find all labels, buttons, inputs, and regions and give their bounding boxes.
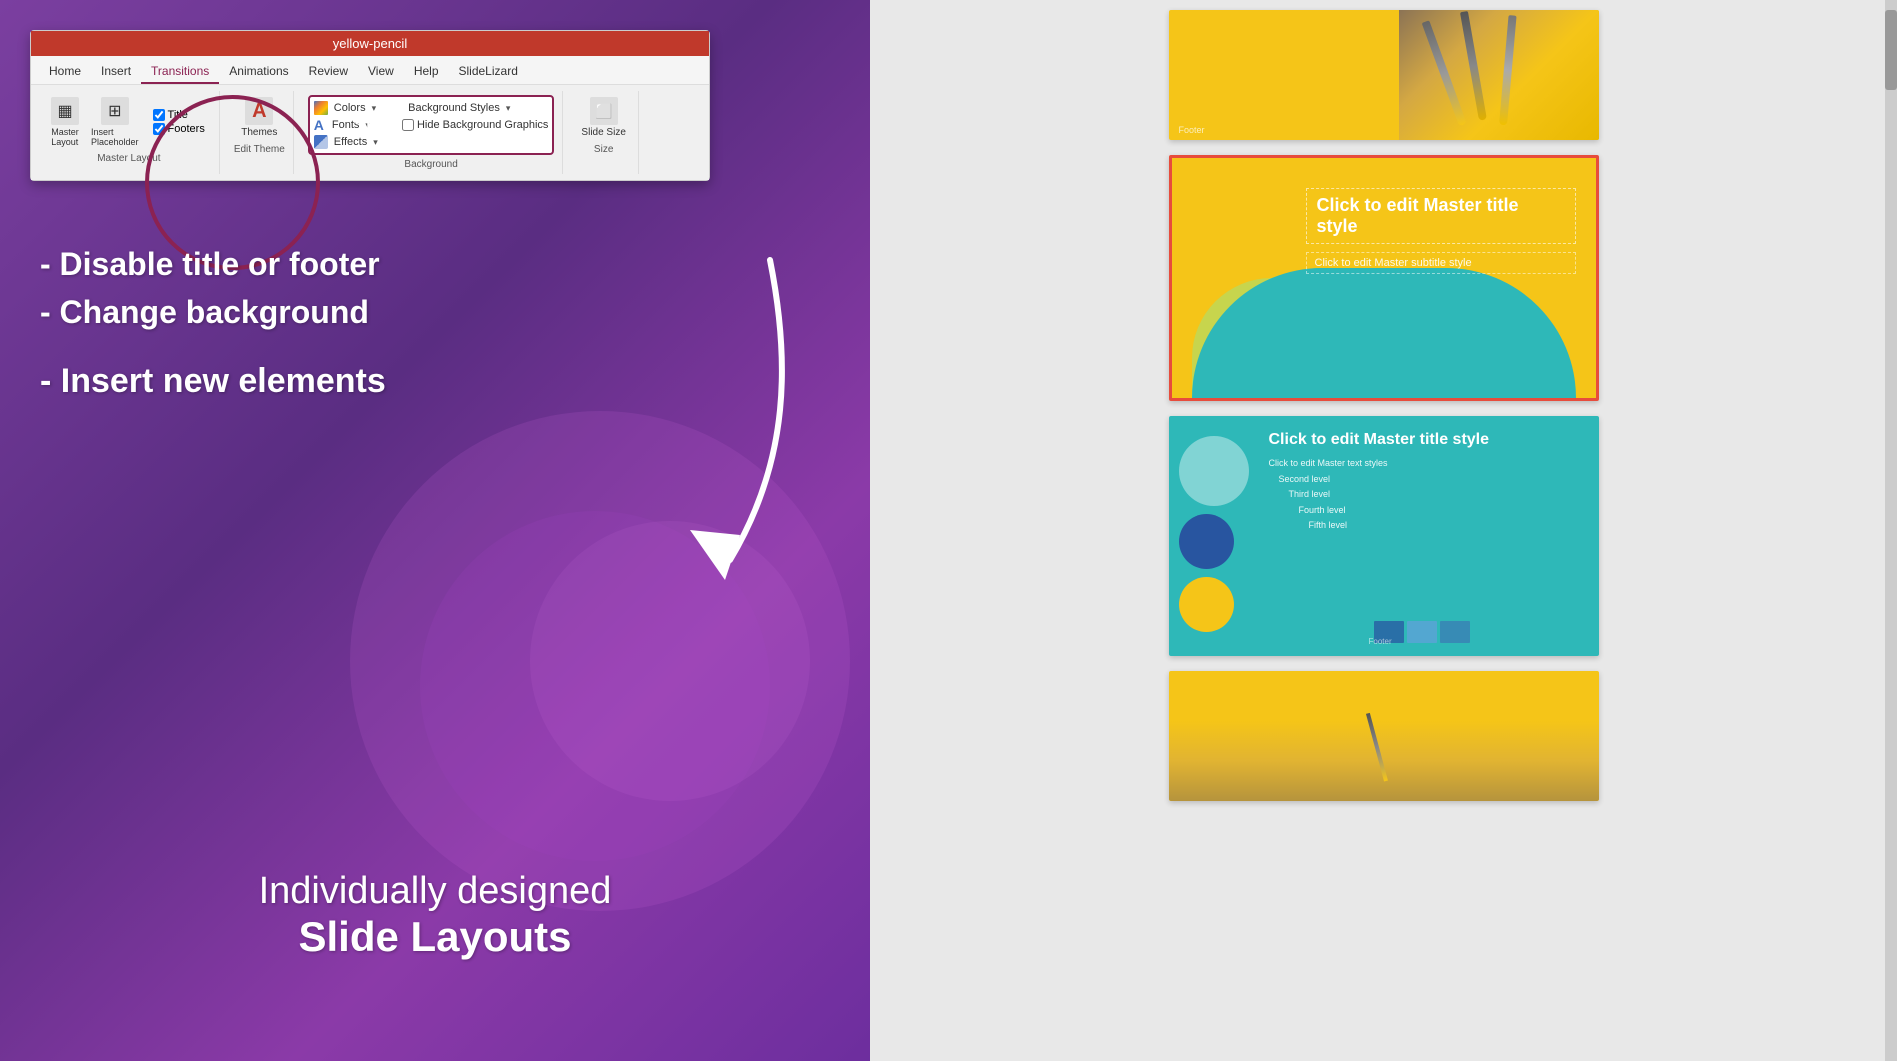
slide-4-photo [1169,721,1599,801]
scrollbar-thumb[interactable] [1885,10,1897,90]
hide-bg-label: Hide Background Graphics [417,119,548,131]
text-item-1: Click to edit Master text styles [1269,457,1579,471]
ribbon-group-size: ⬜ Slide Size Size [569,91,638,174]
slide-3-footer-text: Footer [1369,637,1392,646]
master-layout-btn[interactable]: ▦ MasterLayout [47,95,83,149]
effects-row: Effects ▾ [314,135,549,149]
bg-styles-dropdown-icon[interactable]: ▾ [506,103,511,114]
text-item-2: Second level [1269,473,1579,487]
slide-size-btn[interactable]: ⬜ Slide Size [577,95,629,140]
bullet-2: - Change background [40,288,386,336]
tab-home[interactable]: Home [39,60,91,84]
arrow-graphic [610,240,810,590]
size-content: ⬜ Slide Size [577,95,629,140]
mini-chart-2 [1407,621,1437,643]
slide-3-left [1179,436,1249,632]
tab-view[interactable]: View [358,60,404,84]
insert-placeholder-btn[interactable]: ⊞ InsertPlaceholder [87,95,143,149]
master-layout-icon: ▦ [51,97,79,125]
right-panel: Footer Click to edit Master title style … [870,0,1897,1061]
slide-thumb-1[interactable]: Footer [1169,10,1599,140]
slide-thumb-4[interactable] [1169,671,1599,801]
ribbon-titlebar: yellow-pencil [31,31,709,56]
colors-dropdown-icon[interactable]: ▾ [372,103,377,114]
tab-transitions[interactable]: Transitions [141,60,219,84]
slide-4-content [1169,671,1599,801]
text-item-5: Fifth level [1269,519,1579,533]
tab-help[interactable]: Help [404,60,449,84]
colors-label[interactable]: Colors [334,102,366,114]
fonts-row: A Fonts ▾ Hide Background Graphics [314,117,549,133]
bg-styles-label[interactable]: Background Styles [408,102,500,114]
ribbon-group-background: Colors ▾ Background Styles ▾ A Fonts ▾ [300,91,564,174]
slide-2-title: Click to edit Master title style [1306,188,1576,244]
bottom-text-line2: Slide Layouts [0,913,870,961]
text-content-area: - Disable title or footer - Change backg… [40,240,386,407]
bullet-1: - Disable title or footer [40,240,386,288]
teal-circle-yellow [1179,577,1234,632]
insert-placeholder-label: InsertPlaceholder [91,127,139,147]
mini-chart-3 [1440,621,1470,643]
text-item-3: Third level [1269,488,1579,502]
bottom-text-area: Individually designed Slide Layouts [0,870,870,961]
colors-swatch [314,101,328,115]
tab-slidelizard[interactable]: SlideLizard [449,60,528,84]
teal-circle-light [1179,436,1249,506]
pencil-1 [1421,20,1466,126]
teal-circle-blue [1179,514,1234,569]
slide-thumb-2[interactable]: Click to edit Master title style Click t… [1169,155,1599,401]
bullet-3: - Insert new elements [40,356,386,407]
slide-3-right: Click to edit Master title style Click t… [1269,431,1579,535]
slide-1-footer: Footer [1179,125,1205,135]
slide-photo-pencils [1399,10,1599,140]
tab-insert[interactable]: Insert [91,60,141,84]
background-group-label: Background [404,159,457,170]
slide-3-text: Click to edit Master text styles Second … [1269,457,1579,533]
scrollbar-track [1885,0,1897,1061]
bottom-text-line1: Individually designed [0,870,870,913]
title-checkbox[interactable] [153,109,165,121]
pencil-3 [1499,15,1517,125]
ribbon-screenshot: yellow-pencil Home Insert Transitions An… [30,30,710,181]
slide-3-title: Click to edit Master title style [1269,431,1579,449]
hide-bg-checkbox[interactable] [402,119,414,131]
text-item-4: Fourth level [1269,504,1579,518]
fonts-icon: A [314,117,324,133]
effects-icon [314,135,328,149]
slide-size-icon: ⬜ [590,97,618,125]
tab-animations[interactable]: Animations [219,60,298,84]
slide-size-label: Slide Size [581,127,625,138]
slide-2-subtitle: Click to edit Master subtitle style [1306,252,1576,274]
slide-thumb-3[interactable]: Click to edit Master title style Click t… [1169,416,1599,656]
app-title: yellow-pencil [333,36,407,51]
master-layout-label: MasterLayout [51,127,79,147]
pencil-2 [1459,11,1486,121]
slide-master-content: Click to edit Master title style Click t… [1306,188,1576,274]
background-highlight: Colors ▾ Background Styles ▾ A Fonts ▾ [308,95,555,155]
insert-placeholder-icon: ⊞ [101,97,129,125]
ribbon-nav: Home Insert Transitions Animations Revie… [31,56,709,85]
slide-3-content: Click to edit Master title style Click t… [1169,416,1599,656]
size-group-label: Size [594,144,613,155]
then-label: Then [355,118,398,139]
hide-bg-checkbox-label[interactable]: Hide Background Graphics [402,119,548,131]
slide-1-content: Footer [1169,10,1599,140]
colors-row: Colors ▾ Background Styles ▾ [314,101,549,115]
left-panel: yellow-pencil Home Insert Transitions An… [0,0,870,1061]
tab-review[interactable]: Review [299,60,358,84]
slide-2-content: Click to edit Master title style Click t… [1172,158,1596,398]
